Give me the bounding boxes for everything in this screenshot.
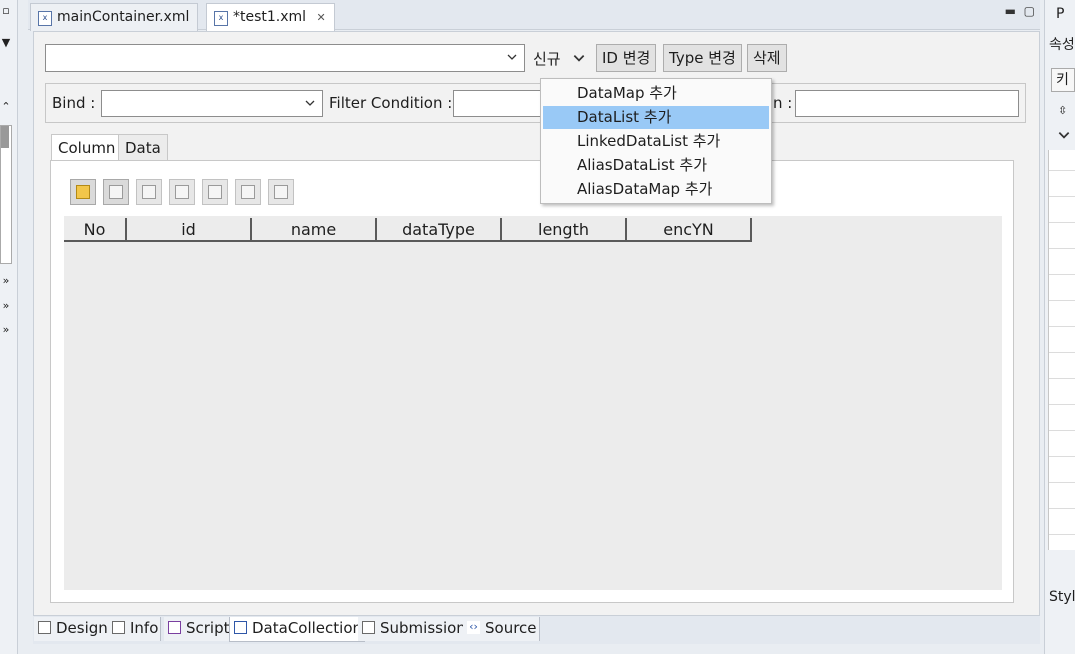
- editor-tab-maincontainer[interactable]: x mainContainer.xml: [30, 3, 199, 31]
- xml-file-icon: x: [214, 11, 228, 26]
- properties-grid[interactable]: [1048, 150, 1075, 550]
- left-scrollbar-thumb[interactable]: [1, 126, 9, 148]
- restore-icon[interactable]: ▫: [0, 4, 12, 17]
- info-icon: [112, 621, 125, 634]
- minimize-icon[interactable]: ▬: [1005, 4, 1016, 18]
- properties-panel-title[interactable]: P: [1056, 6, 1064, 22]
- properties-tab[interactable]: 속성: [1049, 34, 1075, 54]
- chevron-down-icon: [305, 100, 315, 106]
- menu-item-add-datalist[interactable]: DataList 추가: [543, 106, 769, 129]
- menu-item-add-linkeddatalist[interactable]: LinkedDataList 추가: [543, 130, 769, 153]
- tab-label: Design: [56, 619, 108, 637]
- source-code-icon: ‹›: [467, 621, 480, 634]
- close-icon[interactable]: ✕: [317, 11, 326, 24]
- delete-column-icon[interactable]: [202, 179, 228, 205]
- column-header-name[interactable]: name: [252, 218, 377, 242]
- id-change-button[interactable]: ID 변경: [596, 44, 657, 72]
- chevron-down-icon: [573, 55, 585, 62]
- style-label: Style: [1049, 589, 1075, 605]
- delete-button[interactable]: 삭제: [747, 44, 787, 72]
- tab-script[interactable]: Script: [164, 617, 233, 641]
- move-down-icon[interactable]: [268, 179, 294, 205]
- spinner-icon[interactable]: ⇳: [1058, 104, 1067, 117]
- bind-label: Bind :: [52, 94, 96, 112]
- key-tab[interactable]: 키: [1051, 68, 1075, 92]
- partial-label: n :: [773, 94, 793, 112]
- column-header-no[interactable]: No: [64, 218, 127, 242]
- tab-source[interactable]: ‹› Source: [463, 617, 540, 641]
- left-side-strip: ▫ ▼ ⌃ » » »: [0, 0, 18, 654]
- column-list-icon[interactable]: [103, 179, 129, 205]
- collection-select[interactable]: [45, 44, 525, 72]
- tab-column[interactable]: Column: [51, 134, 123, 162]
- editor-tab-label: mainContainer.xml: [57, 9, 190, 25]
- tab-data[interactable]: Data: [118, 134, 168, 162]
- move-up-icon[interactable]: [235, 179, 261, 205]
- tab-info[interactable]: Info: [108, 617, 162, 641]
- editor-tab-label: *test1.xml: [233, 9, 307, 25]
- view-menu-icon[interactable]: ▼: [0, 36, 12, 49]
- maximize-icon[interactable]: ▢: [1024, 4, 1035, 18]
- menu-item-add-datamap[interactable]: DataMap 추가: [543, 82, 769, 105]
- filter-condition-input[interactable]: [453, 90, 543, 117]
- new-dropdown-button[interactable]: [570, 48, 588, 68]
- column-header-length[interactable]: length: [502, 218, 627, 242]
- xml-file-icon: x: [38, 11, 52, 26]
- column-header-datatype[interactable]: dataType: [377, 218, 502, 242]
- tab-design[interactable]: Design: [34, 617, 111, 641]
- tab-label: DataCollection: [252, 619, 363, 637]
- script-icon: [168, 621, 181, 634]
- chevron-down-icon[interactable]: [1057, 128, 1071, 142]
- column-header-id[interactable]: id: [127, 218, 252, 242]
- new-label: 신규: [533, 50, 561, 68]
- tab-submission[interactable]: Submission: [358, 617, 469, 641]
- submission-icon: [362, 621, 375, 634]
- bind-select[interactable]: [101, 90, 323, 117]
- filter-condition-label: Filter Condition :: [329, 94, 453, 112]
- tab-label: Info: [130, 619, 159, 637]
- expand-icon-1[interactable]: »: [0, 274, 12, 287]
- add-column-icon[interactable]: [136, 179, 162, 205]
- database-icon: [234, 621, 247, 634]
- tab-label: Script: [186, 619, 230, 637]
- column-grid[interactable]: [64, 216, 1002, 590]
- design-icon: [38, 621, 51, 634]
- new-collection-menu: DataMap 추가 DataList 추가 LinkedDataList 추가…: [540, 78, 772, 204]
- chevron-down-icon: [507, 54, 517, 60]
- tab-label: Source: [485, 619, 537, 637]
- menu-item-add-aliasdatamap[interactable]: AliasDataMap 추가: [543, 178, 769, 201]
- expand-icon-2[interactable]: »: [0, 299, 12, 312]
- tab-datacollection[interactable]: DataCollection: [229, 617, 366, 642]
- refresh-icon[interactable]: [70, 179, 96, 205]
- editor-tab-test1[interactable]: x *test1.xml ✕: [206, 3, 335, 31]
- tab-label: Submission: [380, 619, 466, 637]
- column-header-encyn[interactable]: encYN: [627, 218, 752, 242]
- window-controls: ▬ ▢: [1005, 4, 1035, 18]
- expand-icon-3[interactable]: »: [0, 323, 12, 336]
- menu-item-add-aliasdatalist[interactable]: AliasDataList 추가: [543, 154, 769, 177]
- type-change-button[interactable]: Type 변경: [663, 44, 742, 72]
- insert-column-icon[interactable]: [169, 179, 195, 205]
- editor-tab-bar: x mainContainer.xml x *test1.xml ✕: [28, 0, 1040, 31]
- scroll-up-icon[interactable]: ⌃: [0, 100, 12, 113]
- right-field-input[interactable]: [795, 90, 1019, 117]
- left-scrollbar[interactable]: [0, 125, 12, 264]
